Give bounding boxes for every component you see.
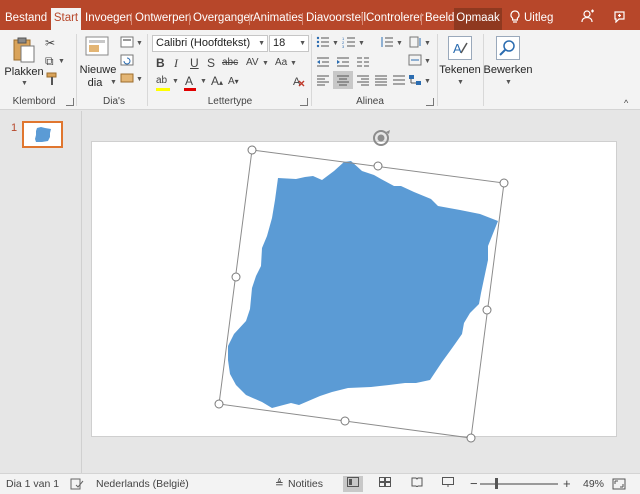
spelling-icon[interactable] <box>70 478 84 493</box>
zoom-out-icon[interactable]: − <box>470 476 478 491</box>
resize-handle-top[interactable] <box>373 161 383 171</box>
zoom-slider[interactable] <box>480 483 558 485</box>
language-indicator[interactable]: Nederlands (België) <box>96 478 189 490</box>
notes-icon[interactable]: ≜ <box>275 478 284 490</box>
normal-view-icon[interactable] <box>343 476 363 492</box>
zoom-slider-thumb[interactable] <box>495 478 498 489</box>
slide-counter: Dia 1 van 1 <box>6 478 60 490</box>
selected-shape-layer <box>214 130 509 443</box>
zoom-in-icon[interactable]: + <box>563 476 571 491</box>
powerpoint-window: Bestand Start Invoegen Ontwerpen Overgan… <box>0 0 640 494</box>
resize-handle-bottom-right[interactable] <box>466 433 476 443</box>
zoom-level[interactable]: 49% <box>583 478 604 490</box>
rotation-handle-icon[interactable] <box>373 130 390 146</box>
status-bar: Dia 1 van 1 Nederlands (België) ≜ Notiti… <box>0 473 640 494</box>
slideshow-icon[interactable] <box>438 476 458 492</box>
resize-handle-left[interactable] <box>231 272 241 282</box>
slide-sorter-icon[interactable] <box>375 476 395 492</box>
resize-handle-top-right[interactable] <box>499 178 509 188</box>
resize-handle-right[interactable] <box>482 305 492 315</box>
notes-button[interactable]: Notities <box>288 478 323 490</box>
resize-handle-top-left[interactable] <box>247 145 257 155</box>
fit-to-window-icon[interactable] <box>612 478 626 493</box>
freeform-shape[interactable] <box>228 161 498 408</box>
resize-handle-bottom[interactable] <box>340 416 350 426</box>
resize-handle-bottom-left[interactable] <box>214 399 224 409</box>
reading-view-icon[interactable] <box>407 476 427 492</box>
